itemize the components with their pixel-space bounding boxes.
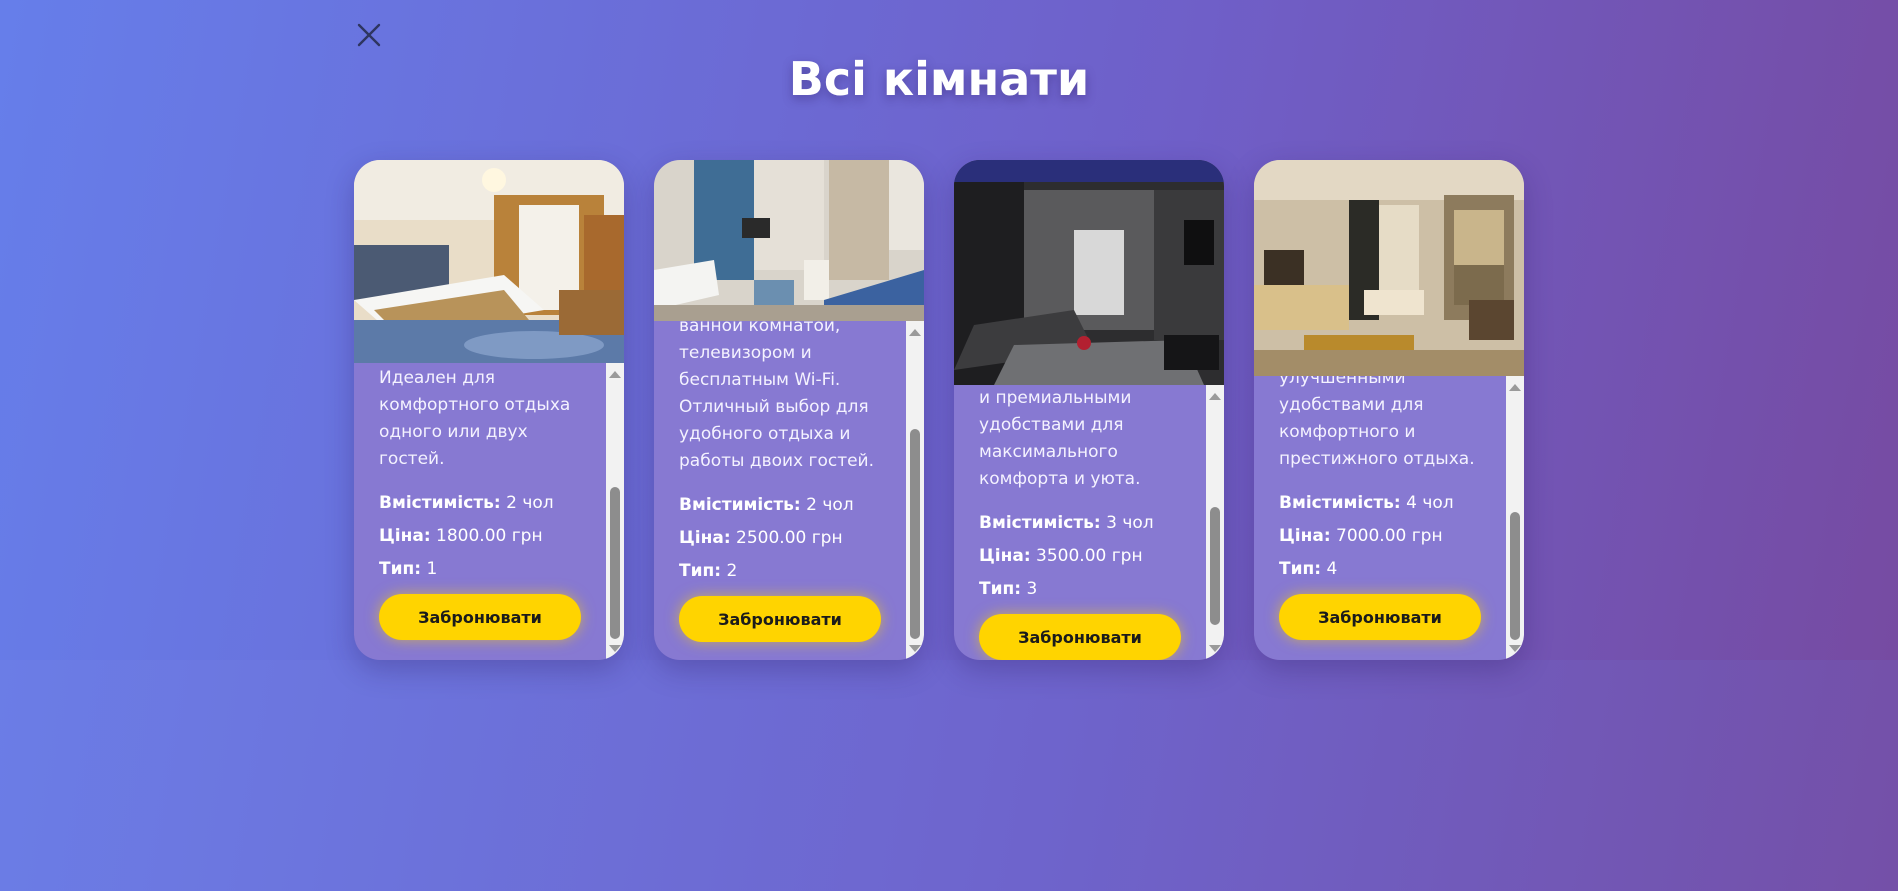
room-type: Тип: 3 bbox=[979, 579, 1038, 599]
scroll-up-arrow-icon[interactable] bbox=[609, 371, 621, 378]
card-scrollbar[interactable] bbox=[1506, 376, 1524, 660]
room-photo bbox=[954, 160, 1224, 385]
room-card-body: бесплатным Wi-Fi. Идеален для комфортног… bbox=[354, 363, 624, 660]
room-description: и премиальными удобствами для максимальн… bbox=[979, 388, 1141, 489]
scroll-thumb[interactable] bbox=[610, 487, 620, 639]
book-button[interactable]: Забронювати bbox=[1279, 594, 1481, 640]
room-card-body: улучшенными удобствами для комфортного и… bbox=[1254, 376, 1524, 660]
card-scrollbar[interactable] bbox=[606, 363, 624, 660]
book-button[interactable]: Забронювати bbox=[679, 596, 881, 642]
room-price: Ціна: 1800.00 грн bbox=[379, 526, 543, 546]
room-type: Тип: 1 bbox=[379, 559, 438, 579]
room-type: Тип: 4 bbox=[1279, 559, 1338, 579]
room-description: улучшенными удобствами для комфортного и… bbox=[1279, 376, 1475, 469]
scroll-up-arrow-icon[interactable] bbox=[1509, 384, 1521, 391]
room-photo bbox=[654, 160, 924, 321]
room-capacity: Вмістимість: 2 чол bbox=[679, 495, 854, 515]
room-card: и премиальными удобствами для максимальн… bbox=[954, 160, 1224, 660]
book-button[interactable]: Забронювати bbox=[979, 614, 1181, 660]
book-button[interactable]: Забронювати bbox=[379, 594, 581, 640]
room-type: Тип: 2 bbox=[679, 561, 738, 581]
scroll-thumb[interactable] bbox=[1510, 512, 1520, 640]
room-capacity: Вмістимість: 3 чол bbox=[979, 513, 1154, 533]
card-scrollbar[interactable] bbox=[906, 321, 924, 660]
room-price: Ціна: 3500.00 грн bbox=[979, 546, 1143, 566]
room-price: Ціна: 7000.00 грн bbox=[1279, 526, 1443, 546]
scroll-down-arrow-icon[interactable] bbox=[909, 645, 921, 652]
room-card: бесплатным Wi-Fi. Идеален для комфортног… bbox=[354, 160, 624, 660]
scroll-up-arrow-icon[interactable] bbox=[909, 329, 921, 336]
room-card: ванной комнатой, телевизором и бесплатны… bbox=[654, 160, 924, 660]
scroll-down-arrow-icon[interactable] bbox=[1209, 645, 1221, 652]
scroll-down-arrow-icon[interactable] bbox=[609, 645, 621, 652]
room-price: Ціна: 2500.00 грн bbox=[679, 528, 843, 548]
scroll-down-arrow-icon[interactable] bbox=[1509, 645, 1521, 652]
close-button[interactable] bbox=[352, 18, 386, 52]
room-capacity: Вмістимість: 4 чол bbox=[1279, 493, 1454, 513]
room-description: бесплатным Wi-Fi. Идеален для комфортног… bbox=[379, 368, 571, 469]
room-card-body: ванной комнатой, телевизором и бесплатны… bbox=[654, 321, 924, 660]
room-description: ванной комнатой, телевизором и бесплатны… bbox=[679, 321, 875, 471]
room-photo bbox=[354, 160, 624, 363]
scroll-thumb[interactable] bbox=[1210, 507, 1220, 625]
room-card: улучшенными удобствами для комфортного и… bbox=[1254, 160, 1524, 660]
room-capacity: Вмістимість: 2 чол bbox=[379, 493, 554, 513]
card-scrollbar[interactable] bbox=[1206, 385, 1224, 660]
page-title: Всі кімнати bbox=[788, 52, 1090, 106]
room-card-body: и премиальными удобствами для максимальн… bbox=[954, 385, 1224, 660]
room-photo bbox=[1254, 160, 1524, 376]
close-icon bbox=[357, 23, 381, 47]
page-background bbox=[0, 660, 1898, 891]
scroll-thumb[interactable] bbox=[910, 429, 920, 639]
scroll-up-arrow-icon[interactable] bbox=[1209, 393, 1221, 400]
